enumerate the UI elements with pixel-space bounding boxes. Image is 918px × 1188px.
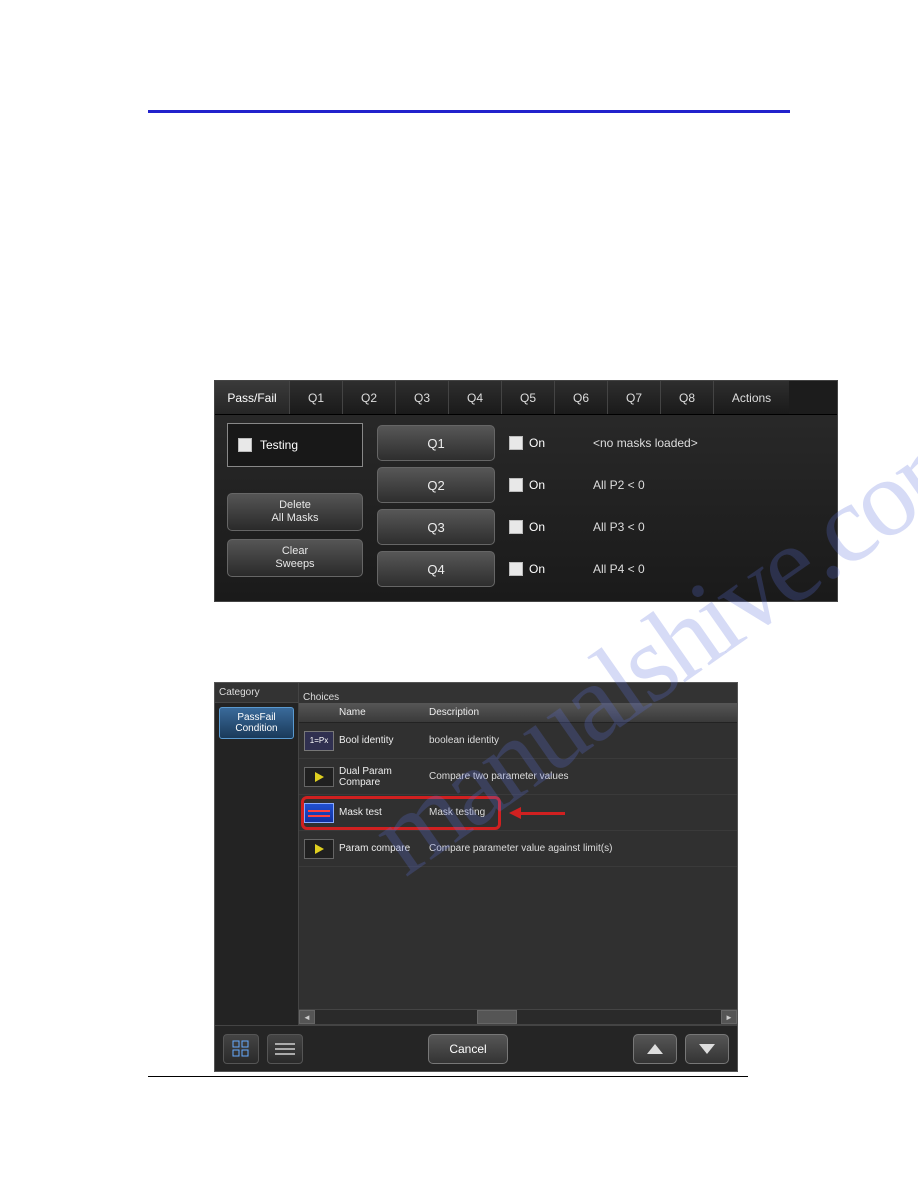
testing-label: Testing xyxy=(260,438,298,452)
move-up-button[interactable] xyxy=(633,1034,677,1064)
q1-status: <no masks loaded> xyxy=(593,425,698,461)
checkbox-icon xyxy=(509,562,523,576)
list-item[interactable]: 1=Px Bool identity boolean identity xyxy=(299,723,737,759)
item-desc: Mask testing xyxy=(429,807,737,818)
item-desc: Compare parameter value against limit(s) xyxy=(429,843,737,854)
q3-on-checkbox[interactable]: On xyxy=(509,509,579,545)
tab-q4[interactable]: Q4 xyxy=(449,381,502,414)
tab-q3[interactable]: Q3 xyxy=(396,381,449,414)
q1-button[interactable]: Q1 xyxy=(377,425,495,461)
list-header: Name Description xyxy=(299,703,737,723)
grid-icon xyxy=(232,1040,250,1058)
tab-q2[interactable]: Q2 xyxy=(343,381,396,414)
page-rule xyxy=(148,110,790,113)
tab-bar: Pass/Fail Q1 Q2 Q3 Q4 Q5 Q6 Q7 Q8 Action… xyxy=(215,381,837,415)
horizontal-scrollbar[interactable]: ◄ ► xyxy=(299,1009,737,1025)
item-name: Param compare xyxy=(339,843,429,854)
tab-q8[interactable]: Q8 xyxy=(661,381,714,414)
list-icon xyxy=(275,1042,295,1056)
tab-q7[interactable]: Q7 xyxy=(608,381,661,414)
checkbox-icon xyxy=(509,436,523,450)
cancel-button[interactable]: Cancel xyxy=(428,1034,508,1064)
q3-status: All P3 < 0 xyxy=(593,509,698,545)
arrow-down-icon xyxy=(699,1044,715,1054)
mask-test-icon xyxy=(304,803,334,823)
item-name: Bool identity xyxy=(339,735,429,746)
q2-button[interactable]: Q2 xyxy=(377,467,495,503)
category-header: Category xyxy=(215,683,298,703)
tab-actions[interactable]: Actions xyxy=(714,381,789,414)
view-grid-button[interactable] xyxy=(223,1034,259,1064)
param-compare-icon xyxy=(304,839,334,859)
q2-on-checkbox[interactable]: On xyxy=(509,467,579,503)
col-name: Name xyxy=(339,707,429,718)
q1-on-checkbox[interactable]: On xyxy=(509,425,579,461)
scroll-right-icon[interactable]: ► xyxy=(721,1010,737,1024)
page-rule-bottom xyxy=(148,1076,748,1077)
testing-checkbox[interactable]: Testing xyxy=(227,423,363,467)
tab-q6[interactable]: Q6 xyxy=(555,381,608,414)
list-item[interactable]: Param compare Compare parameter value ag… xyxy=(299,831,737,867)
q4-status: All P4 < 0 xyxy=(593,551,698,587)
scroll-left-icon[interactable]: ◄ xyxy=(299,1010,315,1024)
move-down-button[interactable] xyxy=(685,1034,729,1064)
checkbox-icon xyxy=(509,478,523,492)
checkbox-icon xyxy=(509,520,523,534)
item-name: Dual Param Compare xyxy=(339,766,429,788)
item-desc: boolean identity xyxy=(429,735,737,746)
dual-param-icon xyxy=(304,767,334,787)
col-desc: Description xyxy=(429,707,737,718)
q2-status: All P2 < 0 xyxy=(593,467,698,503)
arrow-up-icon xyxy=(647,1044,663,1054)
bool-identity-icon: 1=Px xyxy=(304,731,334,751)
choices-header: Choices xyxy=(299,683,737,703)
tab-q1[interactable]: Q1 xyxy=(290,381,343,414)
list-item-mask-test[interactable]: Mask test Mask testing xyxy=(299,795,737,831)
q4-button[interactable]: Q4 xyxy=(377,551,495,587)
checkbox-icon xyxy=(238,438,252,452)
condition-dialog: Category PassFail Condition Choices Name… xyxy=(214,682,738,1072)
delete-all-masks-button[interactable]: Delete All Masks xyxy=(227,493,363,531)
q4-on-checkbox[interactable]: On xyxy=(509,551,579,587)
category-passfail-condition[interactable]: PassFail Condition xyxy=(219,707,294,739)
tab-q5[interactable]: Q5 xyxy=(502,381,555,414)
item-name: Mask test xyxy=(339,807,429,818)
clear-sweeps-button[interactable]: Clear Sweeps xyxy=(227,539,363,577)
scroll-thumb[interactable] xyxy=(477,1010,517,1024)
list-item[interactable]: Dual Param Compare Compare two parameter… xyxy=(299,759,737,795)
q3-button[interactable]: Q3 xyxy=(377,509,495,545)
item-desc: Compare two parameter values xyxy=(429,771,737,782)
tab-passfail[interactable]: Pass/Fail xyxy=(215,381,290,414)
view-list-button[interactable] xyxy=(267,1034,303,1064)
passfail-panel: Pass/Fail Q1 Q2 Q3 Q4 Q5 Q6 Q7 Q8 Action… xyxy=(214,380,838,602)
choices-list: 1=Px Bool identity boolean identity Dual… xyxy=(299,723,737,1009)
